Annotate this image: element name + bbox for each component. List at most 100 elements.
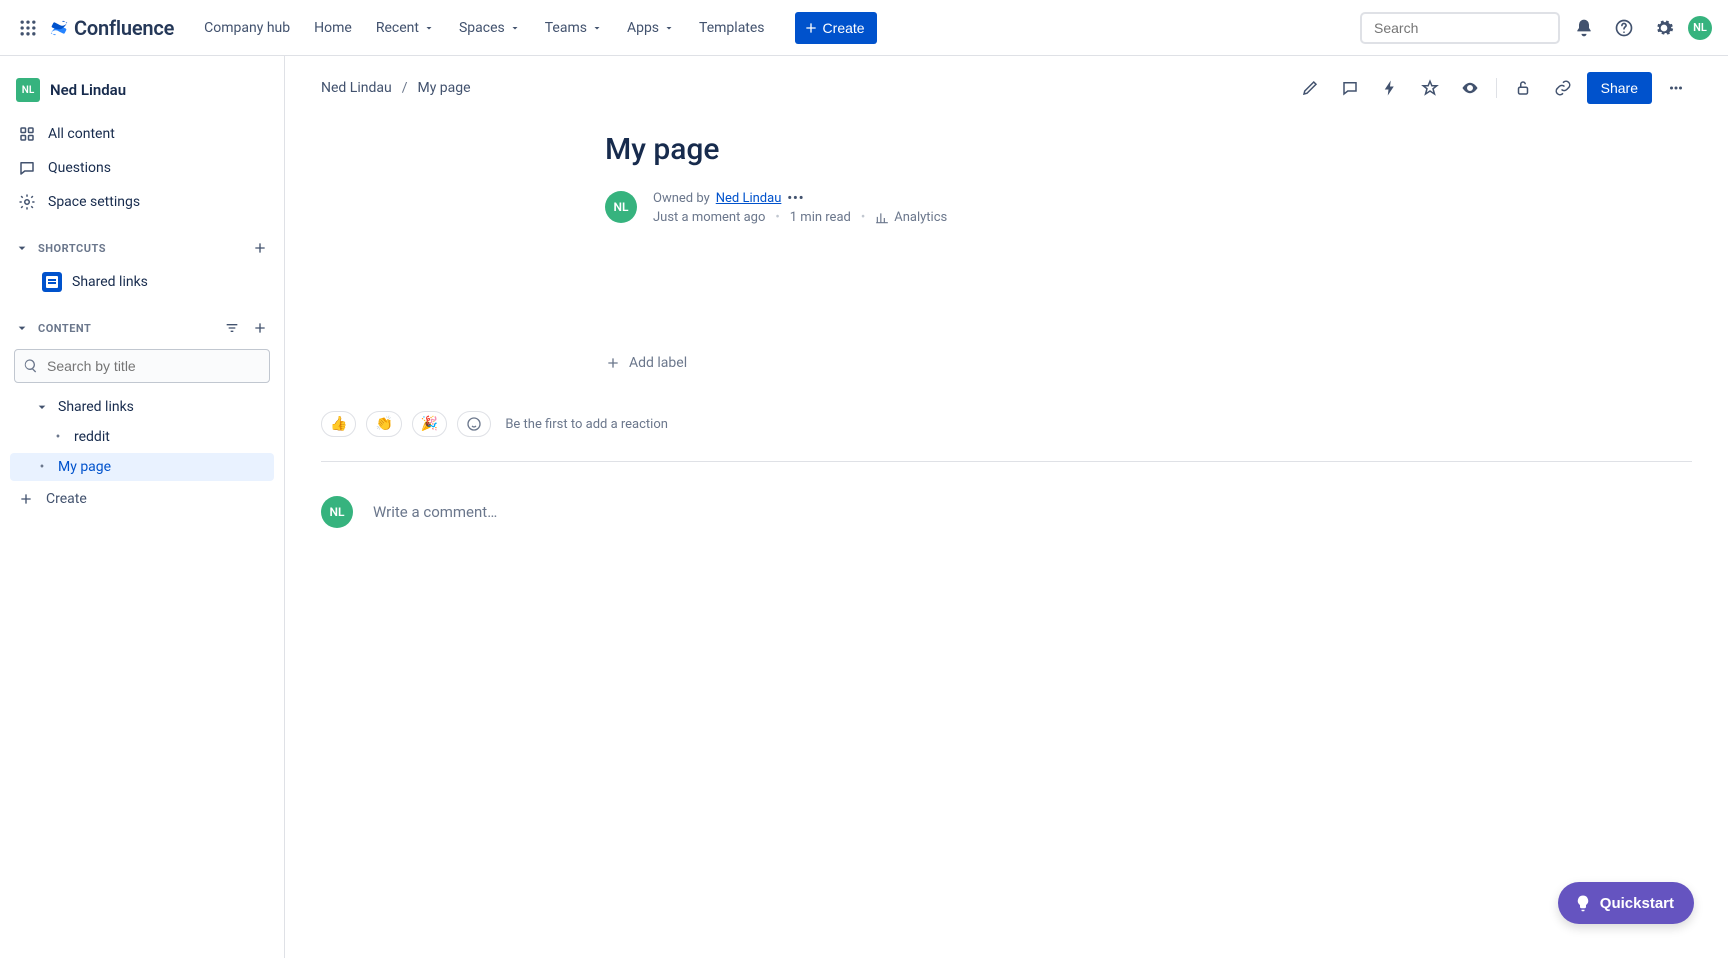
author-avatar[interactable]: NL xyxy=(605,191,637,223)
nav-spaces[interactable]: Spaces xyxy=(449,14,531,42)
reaction-thumbs-up[interactable]: 👍 xyxy=(321,411,356,437)
page-title: My page xyxy=(605,132,1505,167)
shortcuts-title: SHORTCUTS xyxy=(38,242,242,255)
content-search[interactable] xyxy=(14,349,270,383)
comment-icon xyxy=(1341,79,1359,97)
author-link[interactable]: Ned Lindau xyxy=(716,191,782,206)
nav-apps[interactable]: Apps xyxy=(617,14,685,42)
chevron-down-icon xyxy=(509,22,521,34)
shortcut-shared-links[interactable]: Shared links xyxy=(10,266,274,298)
comment-placeholder[interactable]: Write a comment… xyxy=(373,503,497,521)
bullet-icon xyxy=(34,459,50,475)
confluence-mark-icon xyxy=(48,17,70,39)
breadcrumb-page: My page xyxy=(417,80,470,96)
add-shortcut-button[interactable] xyxy=(250,238,270,258)
chevron-down-icon xyxy=(591,22,603,34)
sidebar-create-label: Create xyxy=(46,491,87,507)
bolt-icon xyxy=(1381,79,1399,97)
share-button[interactable]: Share xyxy=(1587,72,1652,104)
lightbulb-icon xyxy=(1574,894,1592,912)
notifications-button[interactable] xyxy=(1568,12,1600,44)
plus-icon xyxy=(18,491,34,507)
content-add-button[interactable] xyxy=(250,318,270,338)
nav-teams[interactable]: Teams xyxy=(535,14,613,42)
content-section-header: CONTENT xyxy=(10,300,274,344)
space-name: Ned Lindau xyxy=(50,81,126,99)
global-search-input[interactable] xyxy=(1374,20,1555,36)
tree-shared-links[interactable]: Shared links xyxy=(10,393,274,421)
analytics-link[interactable]: Analytics xyxy=(875,210,947,225)
gear-icon xyxy=(18,193,36,211)
gear-icon xyxy=(1654,18,1674,38)
star-icon xyxy=(1421,79,1439,97)
page-icon xyxy=(42,272,62,292)
comment-avatar: NL xyxy=(321,496,353,528)
nav-company-hub[interactable]: Company hub xyxy=(194,14,300,42)
timestamp: Just a moment ago xyxy=(653,210,765,225)
content-search-input[interactable] xyxy=(47,358,261,374)
dot-separator: • xyxy=(775,210,779,225)
help-button[interactable] xyxy=(1608,12,1640,44)
chevron-down-icon xyxy=(663,22,675,34)
nav-recent-label: Recent xyxy=(376,20,419,36)
nav-apps-label: Apps xyxy=(627,20,659,36)
edit-button[interactable] xyxy=(1294,72,1326,104)
global-search[interactable] xyxy=(1360,12,1560,44)
sidebar-space-settings[interactable]: Space settings xyxy=(10,186,274,218)
content-filter-button[interactable] xyxy=(222,318,242,338)
add-label-text: Add label xyxy=(629,355,687,371)
grid-icon xyxy=(18,125,36,143)
chevron-down-icon[interactable] xyxy=(14,240,30,256)
owned-by-prefix: Owned by xyxy=(653,191,710,206)
comments-button[interactable] xyxy=(1334,72,1366,104)
tree-my-page[interactable]: My page xyxy=(10,453,274,481)
dot-separator: • xyxy=(861,210,865,225)
bullet-icon xyxy=(50,429,66,445)
sidebar-create[interactable]: Create xyxy=(10,483,274,515)
quickstart-label: Quickstart xyxy=(1600,895,1674,912)
divider xyxy=(321,461,1692,462)
space-header[interactable]: NL Ned Lindau xyxy=(10,72,274,116)
sidebar-all-content-label: All content xyxy=(48,126,115,142)
watch-button[interactable] xyxy=(1454,72,1486,104)
bell-icon xyxy=(1574,18,1594,38)
restrictions-button[interactable] xyxy=(1507,72,1539,104)
chevron-down-icon[interactable] xyxy=(34,399,50,415)
byline: NL Owned by Ned Lindau ••• Just a moment… xyxy=(605,191,1505,225)
create-button-label: Create xyxy=(823,20,865,36)
quickstart-button[interactable]: Quickstart xyxy=(1558,882,1694,924)
settings-button[interactable] xyxy=(1648,12,1680,44)
star-button[interactable] xyxy=(1414,72,1446,104)
reaction-party[interactable]: 🎉 xyxy=(412,411,447,437)
plus-icon xyxy=(803,20,819,36)
chat-icon xyxy=(18,159,36,177)
nav-home[interactable]: Home xyxy=(304,14,362,42)
add-label-button[interactable]: Add label xyxy=(605,355,1505,371)
comment-composer[interactable]: NL Write a comment… xyxy=(321,496,1692,528)
breadcrumb-space[interactable]: Ned Lindau xyxy=(321,80,392,96)
tree-reddit[interactable]: reddit xyxy=(10,423,274,451)
nav-company-hub-label: Company hub xyxy=(204,20,290,36)
reaction-clap[interactable]: 👏 xyxy=(366,411,401,437)
nav-templates[interactable]: Templates xyxy=(689,14,775,42)
plus-icon xyxy=(605,355,621,371)
page-body: My page NL Owned by Ned Lindau ••• Just … xyxy=(605,132,1505,411)
filter-icon xyxy=(224,320,240,336)
sidebar-questions-label: Questions xyxy=(48,160,111,176)
byline-more-button[interactable]: ••• xyxy=(787,191,804,206)
confluence-logo[interactable]: Confluence xyxy=(48,16,174,40)
add-reaction-button[interactable] xyxy=(457,411,491,437)
top-nav: Confluence Company hub Home Recent Space… xyxy=(0,0,1728,56)
chevron-down-icon[interactable] xyxy=(14,320,30,336)
create-button[interactable]: Create xyxy=(795,12,877,44)
sidebar-all-content[interactable]: All content xyxy=(10,118,274,150)
more-actions-button[interactable] xyxy=(1660,72,1692,104)
reaction-hint: Be the first to add a reaction xyxy=(505,417,668,432)
copy-link-button[interactable] xyxy=(1547,72,1579,104)
profile-avatar[interactable]: NL xyxy=(1688,16,1712,40)
app-switcher-icon[interactable] xyxy=(16,16,40,40)
nav-recent[interactable]: Recent xyxy=(366,14,445,42)
automation-button[interactable] xyxy=(1374,72,1406,104)
pencil-icon xyxy=(1301,79,1319,97)
sidebar-questions[interactable]: Questions xyxy=(10,152,274,184)
